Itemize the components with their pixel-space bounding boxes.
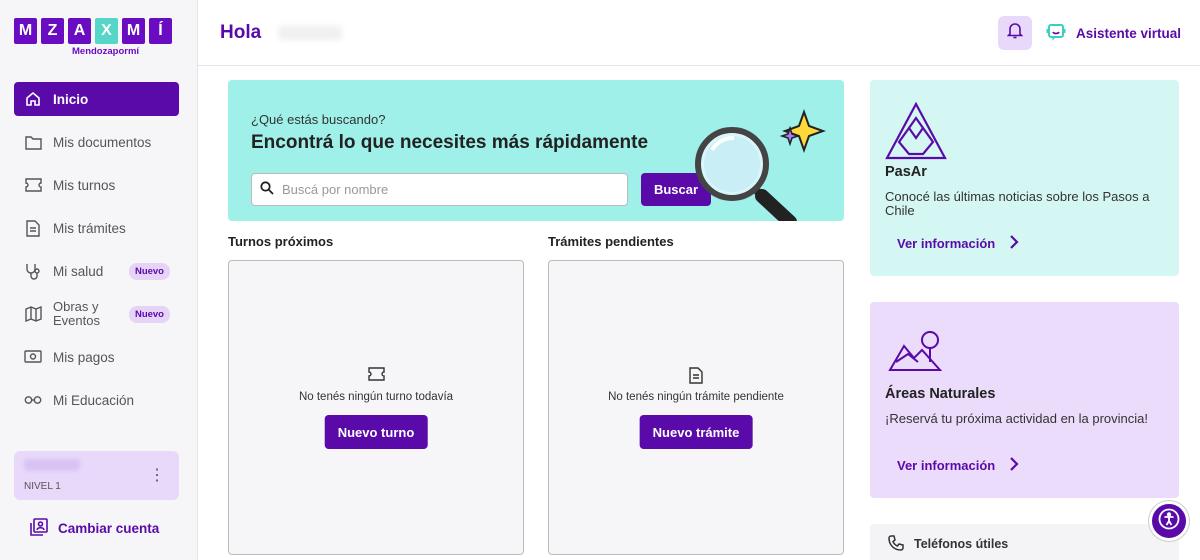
chevron-right-icon: [1009, 234, 1019, 253]
nature-landscape-icon: [888, 331, 942, 371]
sidebar-nav: Inicio Mis documentos Mis turnos Mis trá…: [14, 82, 179, 426]
sidebar-item-pagos[interactable]: Mis pagos: [14, 340, 179, 374]
hero-headline: Encontrá lo que necesites más rápidament…: [251, 132, 649, 153]
document-icon: [549, 367, 843, 384]
sidebar-item-documentos[interactable]: Mis documentos: [14, 125, 179, 159]
sidebar-item-label: Mis pagos: [53, 349, 115, 365]
sidebar-item-obras[interactable]: Obras y Eventos Nuevo: [14, 297, 179, 331]
virtual-assistant-button[interactable]: Asistente virtual: [1046, 22, 1181, 45]
sidebar-item-label: Mis trámites: [53, 220, 126, 236]
tramites-title: Trámites pendientes: [548, 234, 674, 249]
telefonos-utiles-card[interactable]: Teléfonos útiles: [870, 524, 1179, 560]
search-icon: [260, 181, 274, 198]
sidebar-item-label: Mis turnos: [53, 177, 116, 193]
user-name-blurred: [278, 26, 342, 40]
greeting: Hola: [220, 22, 262, 43]
sidebar-item-label: Inicio: [53, 91, 89, 107]
map-icon: [24, 305, 42, 323]
search-hero: ¿Qué estás buscando? Encontrá lo que nec…: [228, 80, 844, 221]
switch-account-icon: [30, 518, 48, 539]
user-level-card[interactable]: NIVEL 1 ⋮: [14, 451, 179, 500]
tramites-panel: No tenés ningún trámite pendiente Nuevo …: [548, 260, 844, 555]
accessibility-button[interactable]: [1149, 501, 1189, 541]
areas-more-info-link[interactable]: Ver información: [897, 456, 1019, 475]
search-placeholder: Buscá por nombre: [282, 182, 389, 197]
folder-icon: [24, 133, 42, 151]
turnos-panel: No tenés ningún turno todavía Nuevo turn…: [228, 260, 524, 555]
sidebar-item-label: Obras y Eventos: [53, 299, 100, 328]
hero-question: ¿Qué estás buscando?: [251, 112, 386, 127]
link-label: Ver información: [897, 236, 996, 251]
sidebar-item-inicio[interactable]: Inicio: [14, 82, 179, 116]
sidebar-item-turnos[interactable]: Mis turnos: [14, 168, 179, 202]
cash-icon: [24, 348, 42, 366]
brand-subtitle: Mendozapormí: [72, 46, 140, 57]
logo-letter: M: [14, 18, 37, 44]
assistant-label: Asistente virtual: [1076, 26, 1182, 41]
new-tramite-button[interactable]: Nuevo trámite: [639, 415, 753, 449]
mountain-pass-icon: [885, 102, 947, 160]
turnos-empty-message: No tenés ningún turno todavía: [298, 391, 454, 403]
sidebar-item-educacion[interactable]: Mi Educación: [14, 383, 179, 417]
stethoscope-icon: [24, 262, 42, 280]
bell-icon: [1006, 22, 1024, 44]
home-icon: [24, 90, 42, 108]
pasar-card: PasAr Conocé las últimas noticias sobre …: [870, 80, 1179, 276]
link-label: Ver información: [897, 458, 996, 473]
logo-letter: Z: [41, 18, 64, 44]
switch-account-button[interactable]: Cambiar cuenta: [30, 518, 159, 539]
logo-letter: A: [68, 18, 91, 44]
new-turno-button[interactable]: Nuevo turno: [324, 415, 428, 449]
pasar-description: Conocé las últimas noticias sobre los Pa…: [885, 189, 1150, 218]
sidebar-item-label: Mi Educación: [53, 392, 135, 408]
telefonos-title: Teléfonos útiles: [914, 537, 1009, 551]
pasar-more-info-link[interactable]: Ver información: [897, 234, 1019, 253]
tramites-empty-message: No tenés ningún trámite pendiente: [608, 391, 784, 403]
search-input[interactable]: Buscá por nombre: [251, 173, 628, 206]
phone-icon: [888, 534, 904, 554]
sidebar: M Z A X M Í Mendozapormí Inicio Mis docu…: [0, 0, 198, 560]
accessibility-icon: [1158, 508, 1180, 535]
sidebar-item-label: Mi salud: [53, 263, 104, 279]
magnifier-illustration-icon: [695, 109, 826, 221]
notifications-button[interactable]: [998, 16, 1032, 50]
glasses-icon: [24, 391, 42, 409]
areas-naturales-card: Áreas Naturales ¡Reservá tu próxima acti…: [870, 302, 1179, 498]
sidebar-item-tramites[interactable]: Mis trámites: [14, 211, 179, 245]
logo-letter: Í: [149, 18, 172, 44]
more-options-icon[interactable]: ⋮: [149, 465, 165, 485]
chatbot-icon: [1046, 22, 1066, 45]
turnos-title: Turnos próximos: [228, 234, 334, 249]
switch-account-label: Cambiar cuenta: [58, 521, 160, 536]
document-icon: [24, 219, 42, 237]
ticket-icon: [24, 176, 42, 194]
new-badge: Nuevo: [128, 305, 170, 323]
chevron-right-icon: [1009, 456, 1019, 475]
sidebar-item-label: Mis documentos: [53, 134, 152, 150]
brand-logo[interactable]: M Z A X M Í: [14, 18, 172, 44]
sidebar-item-salud[interactable]: Mi salud Nuevo: [14, 254, 179, 288]
level-label: NIVEL 1: [24, 481, 61, 492]
logo-letter: M: [122, 18, 145, 44]
user-name-blurred: [24, 459, 80, 471]
areas-title: Áreas Naturales: [885, 386, 996, 402]
logo-letter: X: [95, 18, 118, 44]
new-badge: Nuevo: [128, 262, 170, 280]
areas-description: ¡Reservá tu próxima actividad en la prov…: [885, 411, 1149, 426]
ticket-icon: [229, 367, 523, 381]
top-header: Hola Asistente virtual: [198, 0, 1200, 66]
pasar-title: PasAr: [885, 164, 927, 180]
